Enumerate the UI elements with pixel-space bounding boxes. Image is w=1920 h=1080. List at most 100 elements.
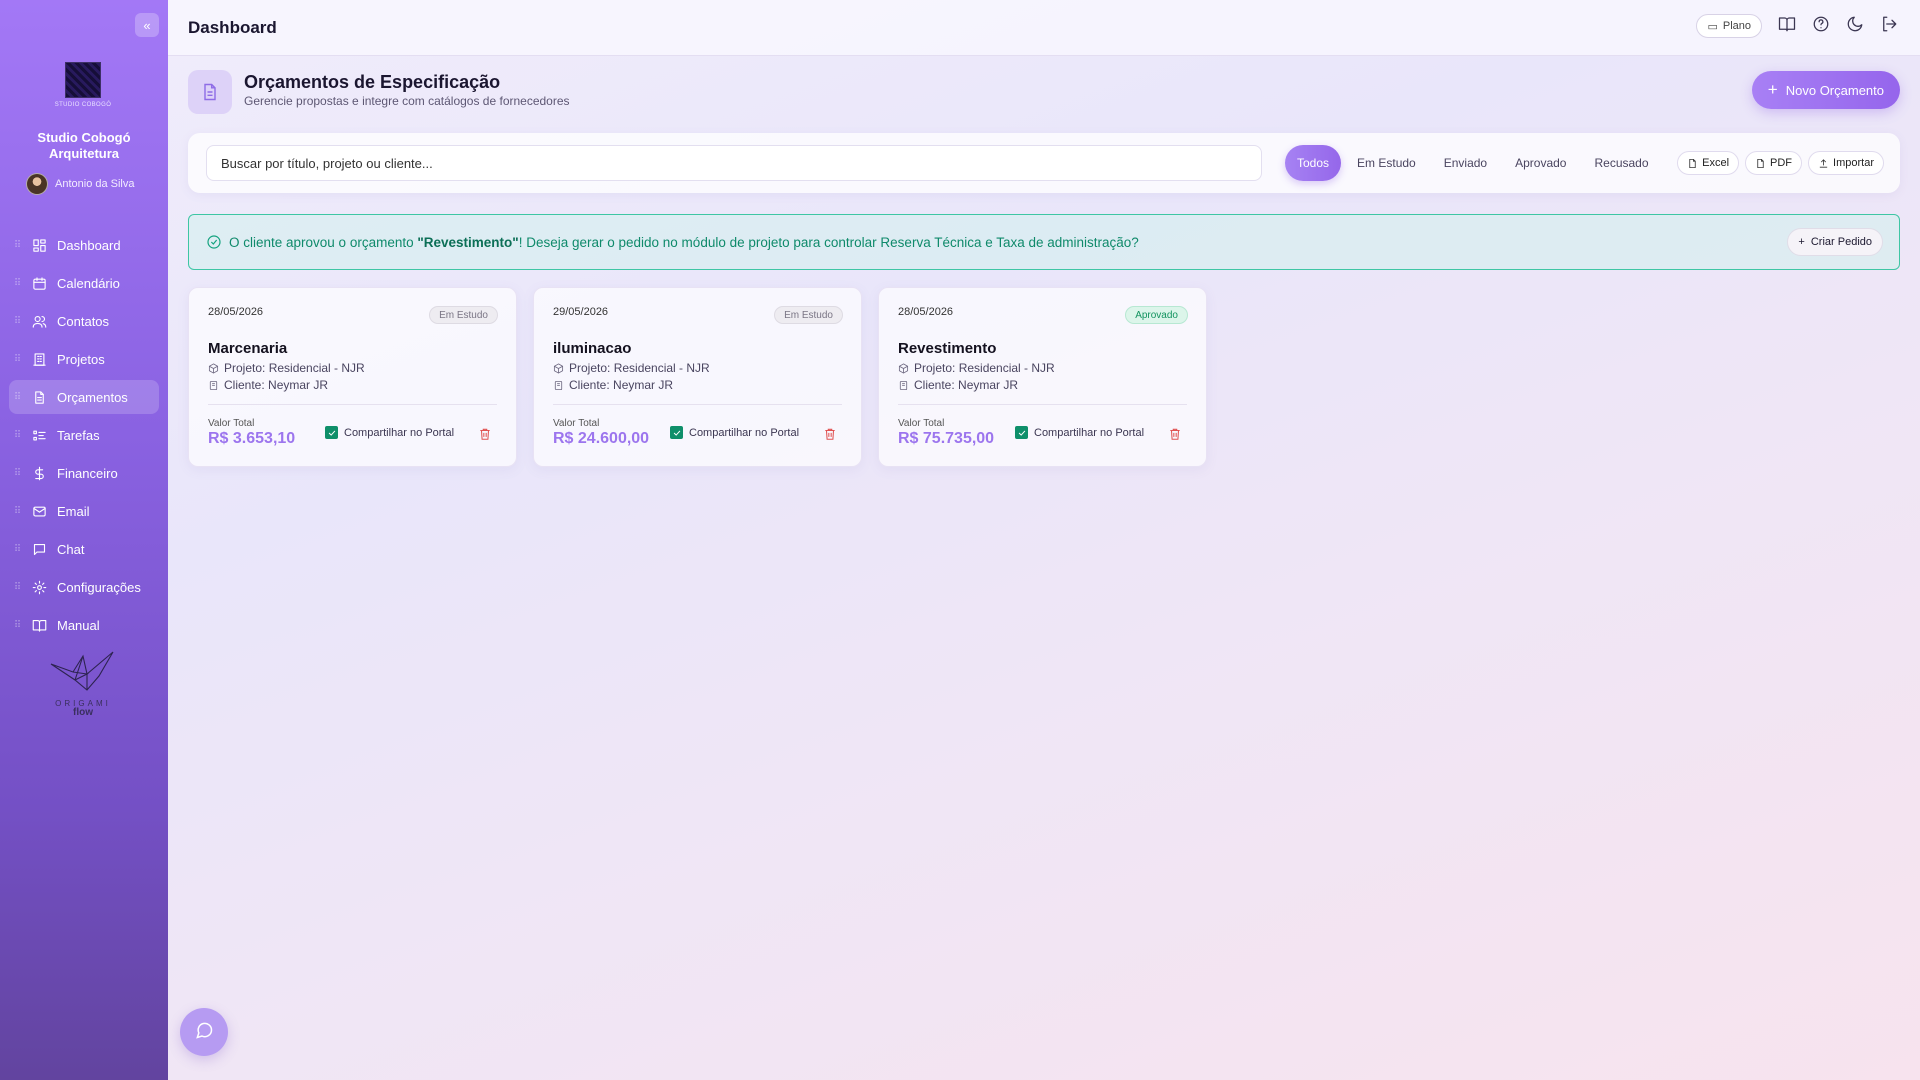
sidebar-item-label: Dashboard xyxy=(57,237,121,253)
upload-icon xyxy=(1819,158,1828,168)
sidebar-item-label: Orçamentos xyxy=(57,389,128,405)
sidebar-item-label: Calendário xyxy=(57,275,120,291)
trash-icon[interactable] xyxy=(823,427,837,446)
drag-handle-icon[interactable]: ⠿ xyxy=(9,278,25,289)
sidebar-item-chat[interactable]: ⠿ Chat xyxy=(9,532,159,566)
card-date: 29/05/2026 xyxy=(553,306,609,318)
box-icon xyxy=(208,362,219,374)
drag-handle-icon[interactable]: ⠿ xyxy=(9,544,25,555)
card-divider xyxy=(553,404,842,405)
drag-handle-icon[interactable]: ⠿ xyxy=(9,506,25,517)
box-icon xyxy=(553,362,564,374)
section-subtitle: Gerencie propostas e integre com catálog… xyxy=(244,94,570,108)
sidebar-nav: ⠿ Dashboard ⠿ Calendário ⠿ Contatos ⠿ Pr… xyxy=(9,228,159,646)
total-value: R$ 3.653,10 xyxy=(208,430,296,447)
pdf-button[interactable]: PDF xyxy=(1745,151,1803,175)
avatar xyxy=(26,173,48,195)
drag-handle-icon[interactable]: ⠿ xyxy=(9,620,25,631)
sidebar-item-label: Tarefas xyxy=(57,427,100,443)
tab-todos[interactable]: Todos xyxy=(1285,145,1342,181)
credit-card-icon: ▭ xyxy=(1707,20,1718,33)
search-input[interactable] xyxy=(221,155,1261,171)
trash-icon[interactable] xyxy=(478,427,492,446)
sidebar-item-configuracoes[interactable]: ⠿ Configurações xyxy=(9,570,159,604)
collapse-sidebar-button[interactable]: « xyxy=(135,13,159,37)
tab-enviado[interactable]: Enviado xyxy=(1432,145,1499,181)
search-field[interactable] xyxy=(206,145,1262,181)
trash-icon[interactable] xyxy=(1168,427,1182,446)
status-badge: Aprovado xyxy=(1125,306,1188,324)
filter-bar: Todos Em Estudo Enviado Aprovado Recusad… xyxy=(188,133,1900,193)
studio-name: Studio Cobogó Arquitetura xyxy=(37,130,131,161)
tab-recusado[interactable]: Recusado xyxy=(1582,145,1660,181)
status-badge: Em Estudo xyxy=(429,306,498,324)
sidebar-item-email[interactable]: ⠿ Email xyxy=(9,494,159,528)
plus-icon: + xyxy=(1798,236,1805,248)
sidebar-item-manual[interactable]: ⠿ Manual xyxy=(9,608,159,642)
drag-handle-icon[interactable]: ⠿ xyxy=(9,316,25,327)
help-icon[interactable] xyxy=(1812,15,1830,38)
drag-handle-icon[interactable]: ⠿ xyxy=(9,240,25,251)
sidebar-item-calendario[interactable]: ⠿ Calendário xyxy=(9,266,159,300)
sidebar-item-tarefas[interactable]: ⠿ Tarefas xyxy=(9,418,159,452)
plan-button[interactable]: ▭ Plano xyxy=(1696,14,1762,38)
tab-em-estudo[interactable]: Em Estudo xyxy=(1345,145,1428,181)
page-header: Orçamentos de Especificação Gerencie pro… xyxy=(188,68,1900,114)
check-circle-icon xyxy=(206,234,222,250)
alert-message: O cliente aprovou o orçamento "Revestime… xyxy=(229,234,1139,250)
budget-card[interactable]: 28/05/2026 Aprovado Revestimento Projeto… xyxy=(878,287,1207,467)
drag-handle-icon[interactable]: ⠿ xyxy=(9,392,25,403)
budget-card[interactable]: 29/05/2026 Em Estudo iluminacao Projeto:… xyxy=(533,287,862,467)
drag-handle-icon[interactable]: ⠿ xyxy=(9,430,25,441)
import-button[interactable]: Importar xyxy=(1808,151,1884,175)
dashboard-icon xyxy=(31,237,47,253)
origami-flow-logo: ORIGAMI flow xyxy=(40,650,126,718)
drag-handle-icon[interactable]: ⠿ xyxy=(9,468,25,479)
new-budget-button[interactable]: + Novo Orçamento xyxy=(1751,71,1900,109)
logout-icon[interactable] xyxy=(1880,15,1898,38)
excel-button[interactable]: Excel xyxy=(1677,151,1740,175)
sidebar-item-projetos[interactable]: ⠿ Projetos xyxy=(9,342,159,376)
sidebar-item-orcamentos[interactable]: ⠿ Orçamentos xyxy=(9,380,159,414)
calendar-icon xyxy=(31,275,47,291)
topbar: Dashboard ▭ Plano xyxy=(168,0,1920,56)
share-portal-toggle[interactable]: Compartilhar no Portal xyxy=(1015,426,1144,439)
share-portal-toggle[interactable]: Compartilhar no Portal xyxy=(670,426,799,439)
moon-icon[interactable] xyxy=(1846,15,1864,38)
sidebar-item-financeiro[interactable]: ⠿ Financeiro xyxy=(9,456,159,490)
create-order-button[interactable]: + Criar Pedido xyxy=(1787,228,1883,256)
card-title: Revestimento xyxy=(898,340,997,357)
tasks-icon xyxy=(31,427,47,443)
value-label: Valor Total xyxy=(553,418,600,429)
share-portal-toggle[interactable]: Compartilhar no Portal xyxy=(325,426,454,439)
user-profile[interactable]: Antonio da Silva xyxy=(26,173,135,195)
sidebar: « STUDIO COBOGÓ Studio Cobogó Arquitetur… xyxy=(0,0,168,1080)
chat-fab-button[interactable] xyxy=(180,1008,228,1056)
sidebar-item-label: Chat xyxy=(57,541,85,557)
sidebar-item-label: Contatos xyxy=(57,313,110,329)
book-open-icon[interactable] xyxy=(1778,15,1796,38)
chevrons-left-icon: « xyxy=(143,17,151,33)
checkbox-checked-icon[interactable] xyxy=(325,426,338,439)
drag-handle-icon[interactable]: ⠿ xyxy=(9,354,25,365)
status-badge: Em Estudo xyxy=(774,306,843,324)
user-name: Antonio da Silva xyxy=(55,178,135,190)
checkbox-checked-icon[interactable] xyxy=(1015,426,1028,439)
approval-alert: O cliente aprovou o orçamento "Revestime… xyxy=(188,214,1900,270)
sidebar-item-contatos[interactable]: ⠿ Contatos xyxy=(9,304,159,338)
status-tabs: Todos Em Estudo Enviado Aprovado Recusad… xyxy=(1285,145,1665,181)
checkbox-checked-icon[interactable] xyxy=(670,426,683,439)
sidebar-item-dashboard[interactable]: ⠿ Dashboard xyxy=(9,228,159,262)
gear-icon xyxy=(31,579,47,595)
export-buttons: Excel PDF Importar xyxy=(1677,151,1884,175)
document-icon xyxy=(188,70,232,114)
file-icon xyxy=(1689,158,1696,168)
document-icon xyxy=(31,389,47,405)
section-title: Orçamentos de Especificação xyxy=(244,72,501,92)
dollar-icon xyxy=(31,465,47,481)
drag-handle-icon[interactable]: ⠿ xyxy=(9,582,25,593)
card-client: Cliente: Neymar JR xyxy=(208,378,328,392)
budget-card[interactable]: 28/05/2026 Em Estudo Marcenaria Projeto:… xyxy=(188,287,517,467)
tab-aprovado[interactable]: Aprovado xyxy=(1503,145,1578,181)
sidebar-item-label: Manual xyxy=(57,617,100,633)
